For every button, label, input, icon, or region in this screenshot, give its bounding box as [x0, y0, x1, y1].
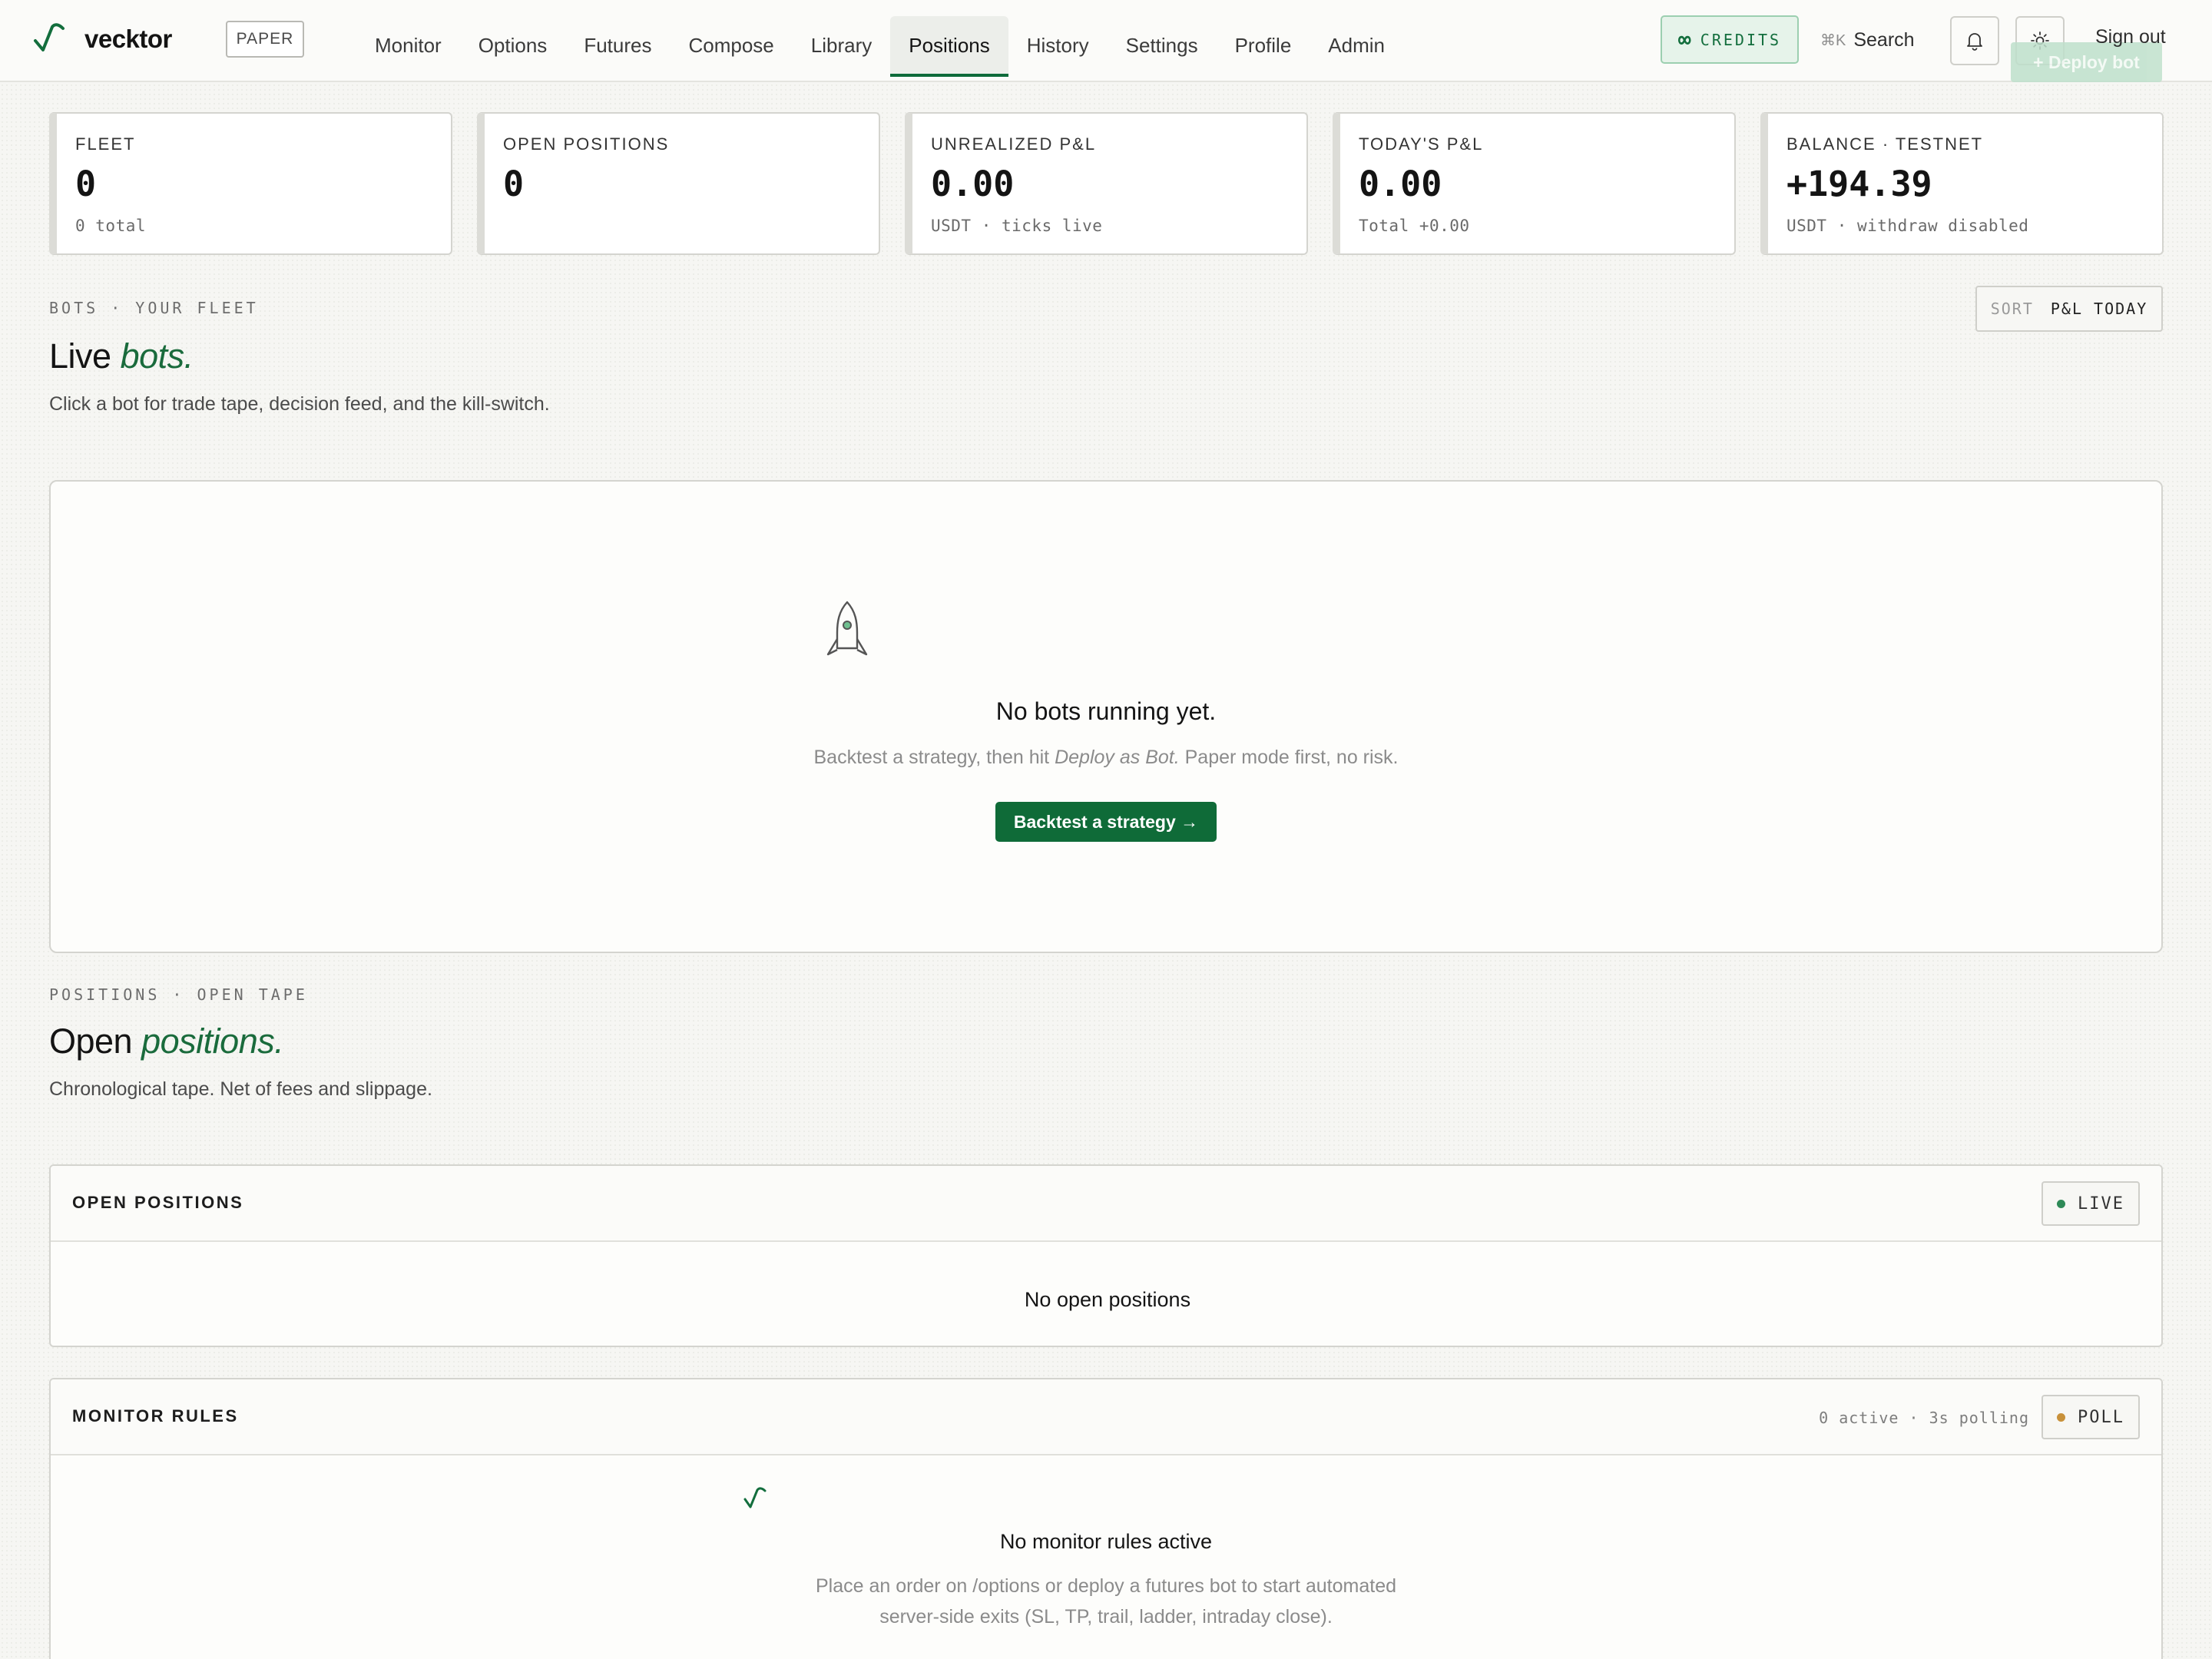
stat-value: +194.39 — [1786, 164, 1932, 204]
nav-settings[interactable]: Settings — [1108, 16, 1217, 75]
infinity-icon: ∞ — [1677, 27, 1691, 52]
monitor-check-icon — [743, 1487, 767, 1508]
positions-eyebrow: POSITIONS · OPEN TAPE — [49, 985, 308, 1004]
brand[interactable]: vecktor — [32, 20, 172, 58]
positions-title-plain: Open — [49, 1022, 133, 1061]
panel-title: OPEN POSITIONS — [72, 1193, 244, 1212]
stat-card-todays-pnl: TODAY'S P&L 0.00 Total +0.00 — [1333, 112, 1736, 255]
search-shortcut: ⌘K — [1820, 31, 1846, 49]
nav-monitor[interactable]: Monitor — [356, 16, 460, 75]
sort-value: P&L TODAY — [2050, 300, 2148, 318]
backtest-strategy-button[interactable]: Backtest a strategy → — [995, 802, 1217, 842]
logo-check-icon — [34, 23, 65, 51]
positions-title-em: positions. — [141, 1022, 284, 1061]
stat-sub: Total +0.00 — [1359, 217, 1470, 235]
stat-label: FLEET — [75, 134, 136, 154]
live-status-pill[interactable]: LIVE — [2041, 1181, 2140, 1226]
stat-value: 0.00 — [1359, 164, 1442, 204]
stat-sub: USDT · ticks live — [931, 217, 1103, 235]
stat-value: 0 — [503, 164, 525, 204]
nav-compose[interactable]: Compose — [670, 16, 792, 75]
status-label: LIVE — [2078, 1194, 2124, 1214]
stat-value: 0 — [75, 164, 97, 204]
status-label: POLL — [2078, 1407, 2124, 1427]
sort-key: SORT — [1990, 300, 2034, 318]
bots-eyebrow: BOTS · YOUR FLEET — [49, 299, 259, 317]
stat-card-unrealized-pnl: UNREALIZED P&L 0.00 USDT · ticks live — [905, 112, 1308, 255]
nav-positions[interactable]: Positions — [890, 16, 1008, 77]
status-dot-icon — [2057, 1412, 2065, 1422]
stat-label: UNREALIZED P&L — [931, 134, 1097, 154]
search-label: Search — [1853, 28, 1915, 51]
nav-options[interactable]: Options — [460, 16, 566, 75]
nav-futures[interactable]: Futures — [565, 16, 670, 75]
stat-label: TODAY'S P&L — [1359, 134, 1484, 154]
open-positions-panel: OPEN POSITIONS LIVE No open positions — [49, 1164, 2163, 1347]
panel-title: MONITOR RULES — [72, 1406, 239, 1426]
positions-title: Open positions. — [49, 1022, 284, 1061]
status-dot-icon — [2057, 1199, 2065, 1208]
sign-out-link[interactable]: Sign out — [2095, 26, 2166, 48]
bots-description: Click a bot for trade tape, decision fee… — [49, 393, 550, 415]
bots-empty-desc-b: Paper mode first, no risk. — [1184, 747, 1399, 768]
search-button[interactable]: ⌘K Search — [1820, 20, 1915, 60]
nav-admin[interactable]: Admin — [1310, 16, 1403, 75]
sort-button[interactable]: SORT P&L TODAY — [1975, 286, 2163, 332]
bots-title: Live bots. — [49, 336, 194, 376]
stat-sub: USDT · withdraw disabled — [1786, 217, 2029, 235]
stat-card-open-positions: OPEN POSITIONS 0 — [477, 112, 880, 255]
stat-label: BALANCE · TESTNET — [1786, 134, 1984, 154]
stat-card-fleet: FLEET 0 0 total — [49, 112, 452, 255]
bell-icon — [1967, 33, 1982, 51]
bots-title-plain: Live — [49, 336, 111, 376]
bots-empty-desc: Backtest a strategy, then hit Deploy as … — [0, 747, 2212, 769]
bots-empty-desc-a: Backtest a strategy, then hit — [813, 747, 1050, 768]
panel-header: MONITOR RULES 0 active · 3s polling POLL — [51, 1379, 2161, 1455]
nav-library[interactable]: Library — [793, 16, 890, 75]
bots-empty-title: No bots running yet. — [995, 697, 1217, 725]
monitor-meta: 0 active · 3s polling — [1819, 1409, 2029, 1427]
credits-label: CREDITS — [1700, 30, 1782, 49]
stat-sub: 0 total — [75, 217, 147, 235]
stat-label: OPEN POSITIONS — [503, 134, 670, 154]
stat-card-balance: BALANCE · TESTNET +194.39 USDT · withdra… — [1760, 112, 2164, 255]
credits-button[interactable]: ∞ CREDITS — [1661, 15, 1799, 64]
bots-title-em: bots. — [120, 336, 194, 376]
nav-tabs: Monitor Options Futures Compose Library … — [356, 16, 1403, 77]
monitor-empty-title: No monitor rules active — [999, 1530, 1213, 1553]
mode-badge: PAPER — [226, 21, 304, 58]
monitor-empty-desc-1: Place an order on /options or deploy a f… — [815, 1575, 1397, 1597]
monitor-empty-desc-2: server-side exits (SL, TP, trail, ladder… — [879, 1606, 1333, 1628]
notifications-button[interactable] — [1950, 16, 1999, 65]
positions-empty: No open positions — [1024, 1288, 1191, 1311]
positions-description: Chronological tape. Net of fees and slip… — [49, 1078, 432, 1100]
poll-status-pill[interactable]: POLL — [2041, 1395, 2140, 1439]
rocket-icon — [826, 601, 868, 656]
nav-history[interactable]: History — [1008, 16, 1108, 75]
brand-name: vecktor — [84, 25, 172, 53]
top-nav: vecktor PAPER Monitor Options Futures Co… — [0, 0, 2212, 82]
stat-value: 0.00 — [931, 164, 1015, 204]
panel-header: OPEN POSITIONS LIVE — [51, 1166, 2161, 1242]
nav-profile[interactable]: Profile — [1217, 16, 1310, 75]
bots-empty-desc-em: Deploy as Bot. — [1055, 747, 1180, 768]
